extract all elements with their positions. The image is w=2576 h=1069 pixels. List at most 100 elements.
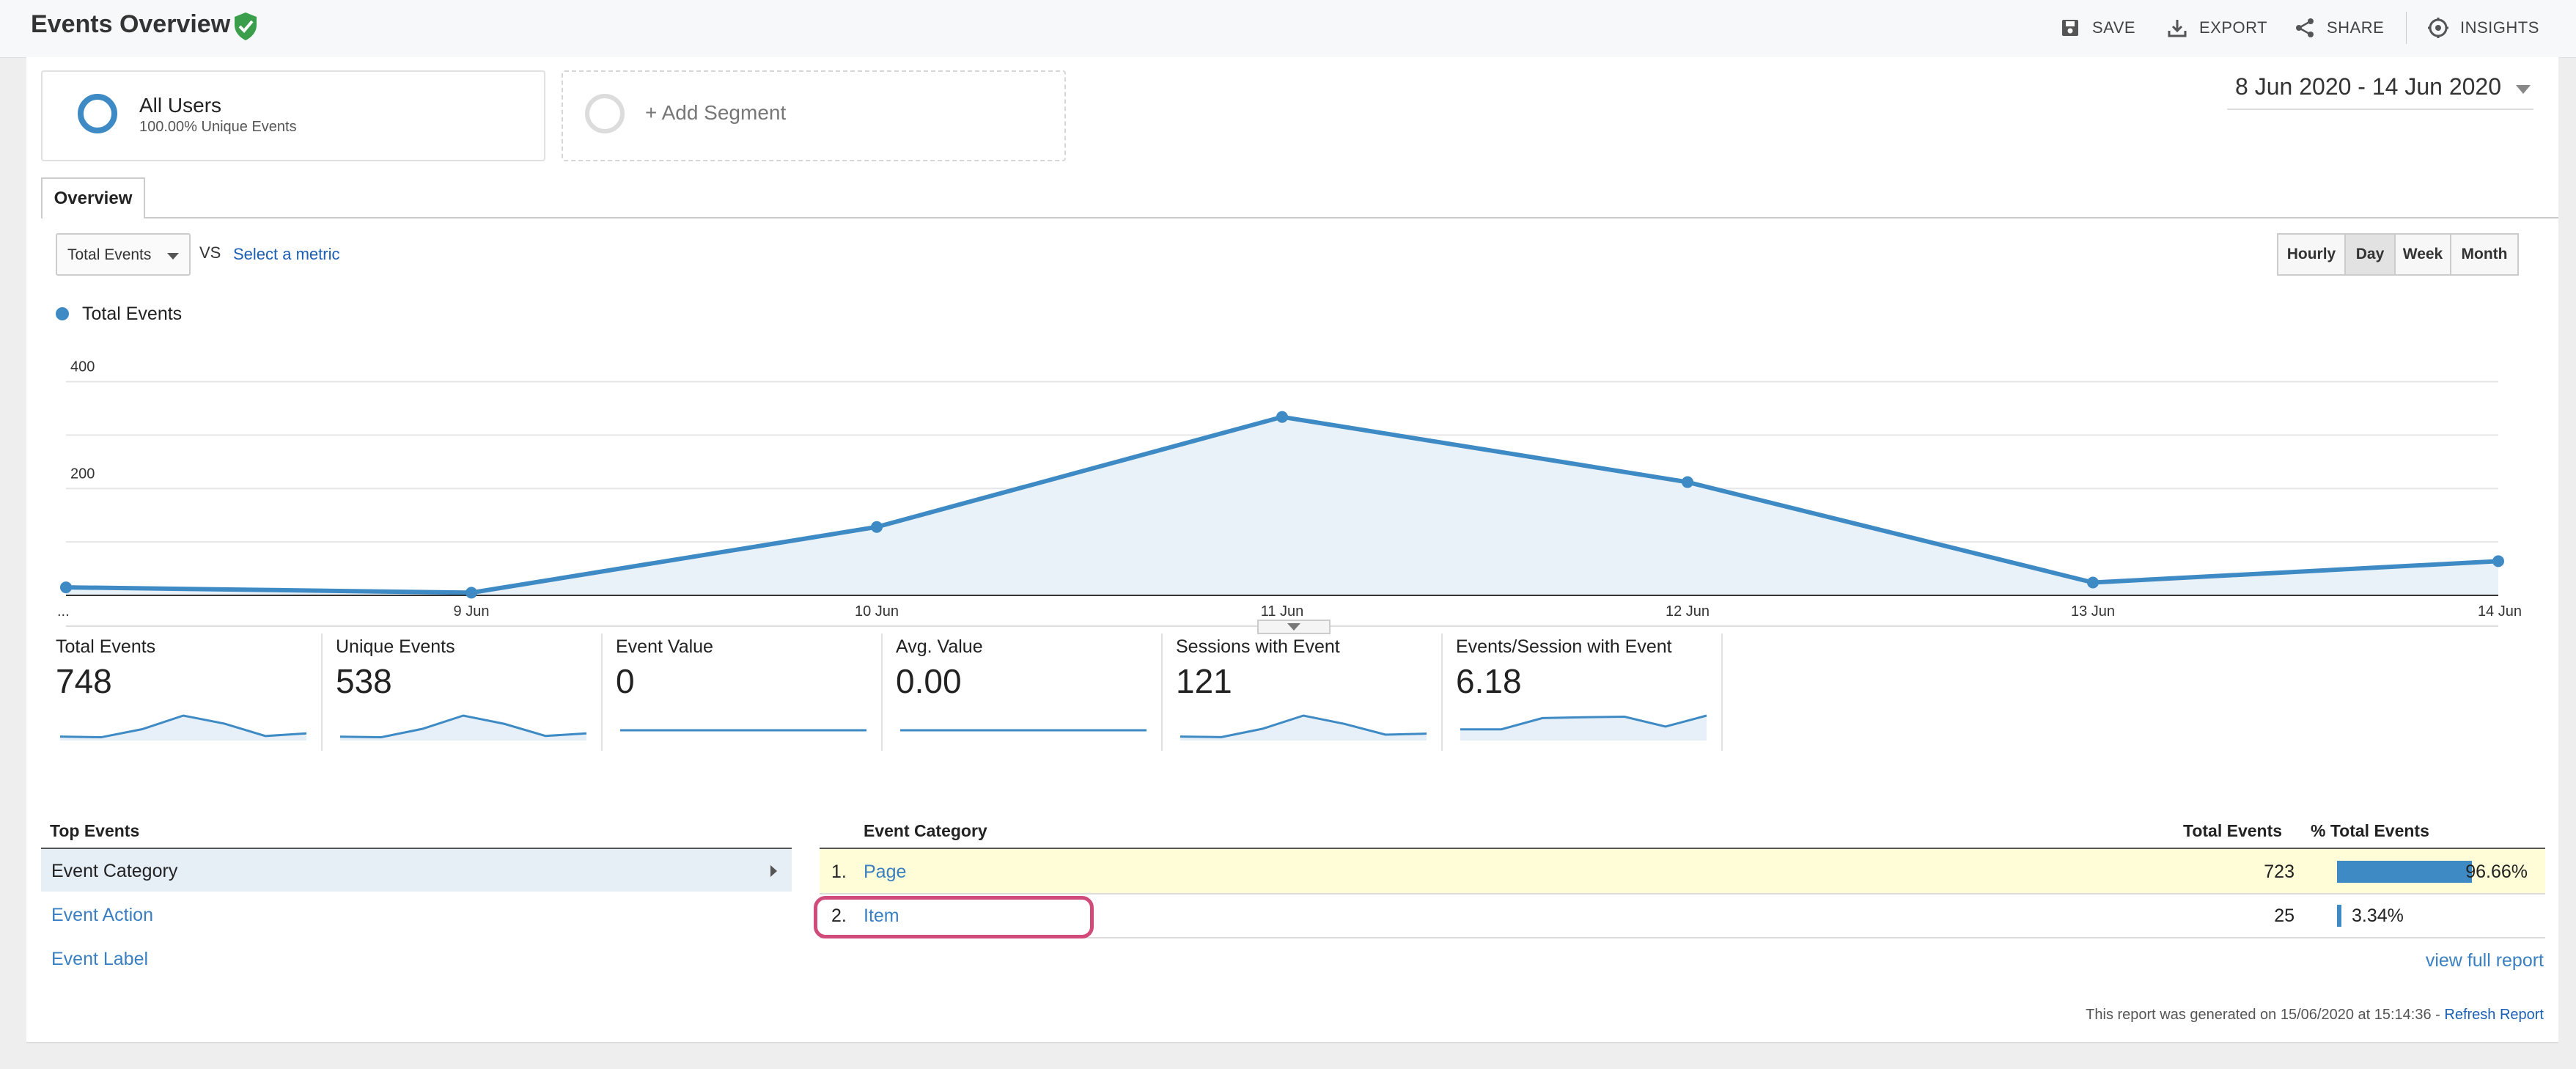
scorecard-value: 6.18 (1456, 662, 1522, 700)
chart-point[interactable] (60, 581, 72, 594)
save-icon (2062, 20, 2078, 36)
scorecard-title: Total Events (56, 636, 156, 657)
scorecard-sparkline (620, 729, 866, 732)
chart-point[interactable] (871, 521, 883, 533)
select-metric-link[interactable]: Select a metric (233, 245, 340, 264)
events-line-chart: 200 400 ... 9 Jun 10 Jun 11 Jun 12 Jun 13 Jun 1… (57, 359, 2522, 634)
top-events-title: Top Events (50, 821, 140, 840)
scorecard-title: Event Value (616, 636, 713, 657)
top-events-item-label: Event Category (51, 861, 178, 881)
add-segment-label: + Add Segment (645, 101, 787, 124)
scorecard[interactable]: Event Value 0 (616, 633, 896, 752)
chart-point[interactable] (1682, 476, 1693, 488)
y-tick-label: 400 (70, 359, 95, 375)
segment-ring-icon (78, 94, 117, 133)
x-tick-label: 9 Jun (454, 603, 490, 620)
x-tick-label: 14 Jun (2478, 603, 2522, 620)
scorecard[interactable]: Avg. Value 0.00 (896, 633, 1176, 752)
chevron-down-icon (167, 253, 179, 260)
y-tick-label: 200 (70, 466, 95, 482)
scorecard[interactable]: Sessions with Event 121 (1176, 633, 1456, 752)
report-generated-note: This report was generated on 15/06/2020 … (2086, 1007, 2544, 1024)
segment-subtitle: 100.00% Unique Events (139, 119, 297, 135)
metric-dropdown[interactable]: Total Events (56, 233, 191, 276)
x-tick-label: 12 Jun (1666, 603, 1710, 620)
chart-point[interactable] (465, 587, 477, 599)
scorecard-divider (1441, 633, 1443, 751)
page-header: Events Overview SAVE EXPORT SHARE INSIGH… (0, 0, 2576, 58)
chart-point[interactable] (2087, 576, 2099, 589)
chevron-right-icon (770, 865, 777, 877)
scorecard[interactable]: Total Events 748 (56, 633, 336, 752)
share-button[interactable]: SHARE (2293, 13, 2384, 43)
page-title: Events Overview (31, 10, 231, 38)
scorecard-value: 538 (336, 662, 392, 700)
date-range-label: 8 Jun 2020 - 14 Jun 2020 (2235, 73, 2501, 100)
export-button[interactable]: EXPORT (2165, 13, 2267, 43)
column-header-event-category[interactable]: Event Category (864, 821, 987, 841)
scorecard[interactable]: Unique Events 538 (336, 633, 616, 752)
scorecard-sparkline (59, 714, 307, 741)
row-percent-bar (2337, 905, 2342, 927)
chart-expand-handle[interactable] (1257, 620, 1331, 634)
row-total-events: 25 (2274, 905, 2295, 926)
metric-dropdown-value: Total Events (67, 246, 152, 263)
insights-button[interactable]: INSIGHTS (2426, 13, 2539, 43)
top-events-item-event-action[interactable]: Event Action (41, 893, 792, 936)
sparkline-area (1460, 716, 1707, 741)
shield-check-icon (235, 12, 257, 40)
refresh-report-link[interactable]: Refresh Report (2444, 1007, 2544, 1023)
top-events-item-event-category[interactable]: Event Category (41, 849, 792, 892)
table-row: 1. Page 723 96.66% (820, 849, 2545, 894)
granularity-day-button[interactable]: Day (2344, 233, 2396, 276)
scorecard-title: Events/Session with Event (1456, 636, 1672, 657)
scorecard-value: 0 (616, 662, 635, 700)
x-tick-label: ... (57, 603, 70, 620)
date-range-picker[interactable]: 8 Jun 2020 - 14 Jun 2020 (2227, 70, 2533, 110)
granularity-month-button[interactable]: Month (2450, 233, 2519, 276)
granularity-hourly-button[interactable]: Hourly (2277, 233, 2346, 276)
scorecard-sparkline (1180, 714, 1427, 741)
view-full-report-link[interactable]: view full report (2426, 950, 2544, 971)
chart-area (66, 416, 2498, 595)
x-tick-label: 10 Jun (855, 603, 899, 620)
export-icon (2168, 20, 2187, 37)
scorecard-value: 0.00 (896, 662, 962, 700)
share-label: SHARE (2327, 18, 2385, 37)
granularity-week-button[interactable]: Week (2394, 233, 2451, 276)
scorecard-divider (601, 633, 603, 751)
save-label: SAVE (2092, 18, 2136, 37)
scorecard-title: Avg. Value (896, 636, 983, 657)
segment-all-users[interactable]: All Users 100.00% Unique Events (41, 70, 545, 161)
chart-point[interactable] (2492, 555, 2504, 567)
column-header-pct-total-events[interactable]: % Total Events (2311, 821, 2429, 841)
add-segment-button[interactable]: + Add Segment (562, 70, 1066, 161)
save-button[interactable]: SAVE (2058, 13, 2135, 43)
segment-title: All Users (139, 94, 222, 117)
legend-label: Total Events (82, 304, 183, 324)
x-tick-label: 11 Jun (1261, 603, 1304, 620)
scorecard[interactable]: Events/Session with Event 6.18 (1456, 633, 1736, 752)
empty-segment-ring-icon (585, 94, 625, 133)
scorecard-sparkline (339, 714, 587, 741)
row-category-link[interactable]: Page (864, 862, 906, 883)
scorecard-sparkline (1460, 714, 1707, 741)
insights-icon (2428, 18, 2448, 38)
x-tick-label: 13 Jun (2071, 603, 2115, 620)
granularity-toggle: Hourly Day Week Month (2277, 233, 2519, 276)
row-total-events: 723 (2264, 862, 2295, 882)
export-label: EXPORT (2199, 18, 2268, 37)
scorecard-divider (321, 633, 323, 751)
report-generated-text: This report was generated on 15/06/2020 … (2086, 1007, 2445, 1023)
legend-dot (56, 307, 69, 320)
column-header-total-events[interactable]: Total Events (2183, 821, 2282, 841)
scorecard-value: 121 (1176, 662, 1232, 700)
tab-overview[interactable]: Overview (41, 177, 145, 218)
top-events-item-event-label[interactable]: Event Label (41, 937, 792, 980)
insights-label: INSIGHTS (2460, 18, 2539, 37)
vs-label: VS (199, 243, 221, 262)
chevron-down-icon (2516, 85, 2531, 94)
row-percent: 96.66% (2465, 862, 2528, 882)
chart-point[interactable] (1276, 411, 1288, 423)
toolbar-divider (2406, 12, 2407, 44)
